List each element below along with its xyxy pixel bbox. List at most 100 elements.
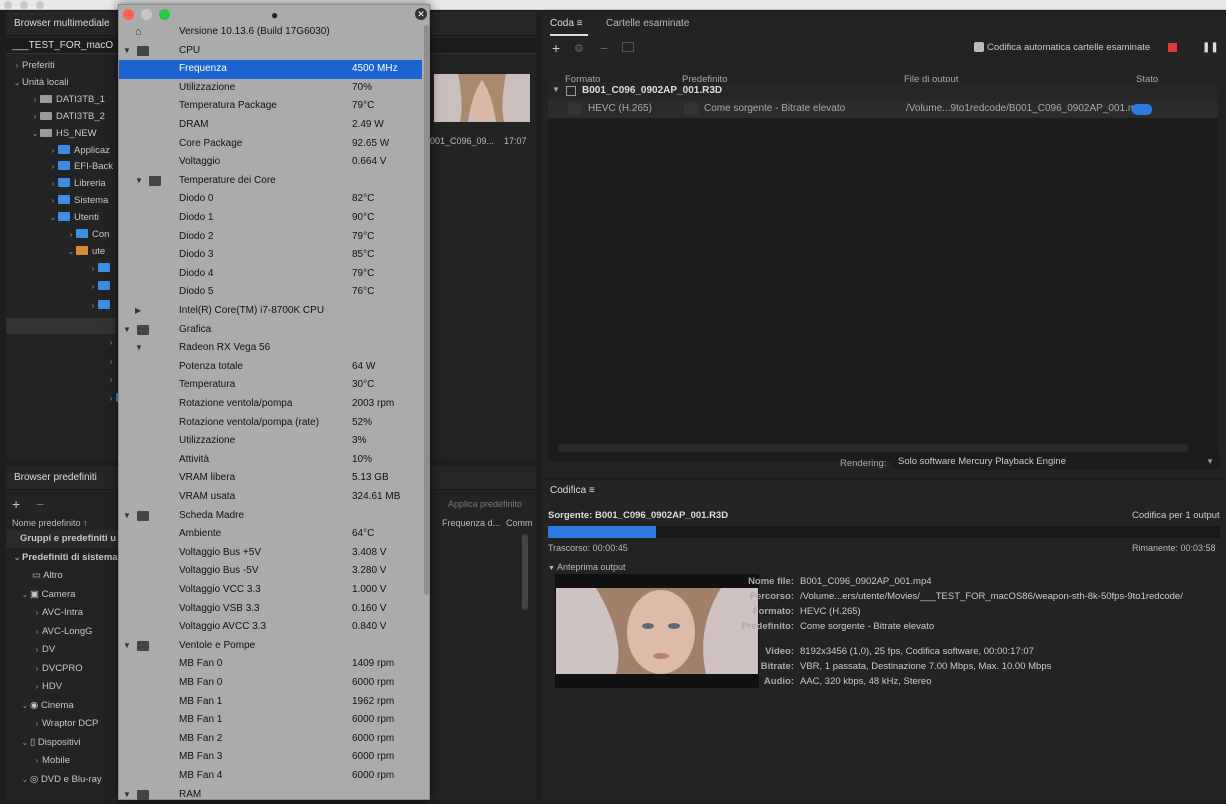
tree-item[interactable]: › EFI-Back bbox=[6, 159, 113, 175]
tree-item[interactable]: ⌄ Unità locali bbox=[6, 75, 69, 91]
close-window-icon[interactable] bbox=[4, 1, 12, 9]
sensor-row[interactable]: Diodo 5 76°C bbox=[119, 283, 422, 302]
scrollbar[interactable] bbox=[522, 534, 528, 610]
tree-subitem[interactable]: › bbox=[6, 354, 116, 370]
chevron-icon[interactable]: › bbox=[88, 261, 98, 277]
tree-subitem[interactable]: › bbox=[6, 261, 114, 277]
chevron-down-icon[interactable]: ▼ bbox=[123, 507, 131, 526]
chevron-icon[interactable]: › bbox=[32, 641, 42, 659]
settings-icon[interactable]: ⚙ bbox=[574, 42, 584, 55]
sensor-row[interactable]: Temperatura 30°C bbox=[119, 376, 422, 395]
sensor-group[interactable]: ▶ Intel(R) Core(TM) i7-8700K CPU bbox=[119, 302, 422, 321]
output-path[interactable]: /Volume...9to1redcode/B001_C096_0902AP_0… bbox=[906, 103, 1147, 114]
preset-dropdown[interactable] bbox=[684, 103, 698, 115]
chevron-down-icon[interactable]: ▼ bbox=[135, 339, 143, 358]
chevron-icon[interactable]: › bbox=[32, 678, 42, 696]
sensor-group[interactable]: ▼ Temperature dei Core bbox=[119, 172, 422, 191]
col-comm-header[interactable]: Comm bbox=[506, 518, 533, 528]
tree-subitem[interactable]: › bbox=[6, 335, 116, 351]
tab-queue[interactable]: Coda ≡ bbox=[550, 18, 583, 29]
sensor-row[interactable]: Diodo 2 79°C bbox=[119, 228, 422, 247]
preset-item[interactable]: › DV bbox=[6, 641, 118, 659]
chevron-down-icon[interactable]: ▼ bbox=[123, 321, 131, 340]
preset-item[interactable]: ⌄ ◎ DVD e Blu-ray bbox=[6, 771, 118, 789]
tree-item[interactable]: ⌄ ute bbox=[6, 244, 105, 260]
sensor-row[interactable]: Temperatura Package 79°C bbox=[119, 97, 422, 116]
sensor-row[interactable]: MB Fan 1 1962 rpm bbox=[119, 693, 422, 712]
chevron-icon[interactable]: ⌄ bbox=[66, 244, 76, 260]
chevron-icon[interactable]: › bbox=[48, 176, 58, 192]
sensor-row[interactable]: MB Fan 1 6000 rpm bbox=[119, 711, 422, 730]
sensor-row[interactable]: Voltaggio Bus -5V 3.280 V bbox=[119, 562, 422, 581]
chevron-icon[interactable]: ⌄ bbox=[20, 586, 30, 604]
sensor-row[interactable]: Utilizzazione 70% bbox=[119, 79, 422, 98]
chevron-icon[interactable]: ⌄ bbox=[20, 771, 30, 789]
sensor-row[interactable]: Ambiente 64°C bbox=[119, 525, 422, 544]
sensor-row[interactable]: MB Fan 0 6000 rpm bbox=[119, 674, 422, 693]
close-circle-icon[interactable]: ✕ bbox=[415, 8, 427, 20]
chevron-icon[interactable]: › bbox=[30, 92, 40, 108]
sensor-group[interactable]: ⌂ Versione 10.13.6 (Build 17G6030) bbox=[119, 23, 422, 42]
preset-item[interactable]: ⌄ ▯ Dispositivi bbox=[6, 734, 118, 752]
preset-item[interactable]: Gruppi e predefiniti u bbox=[6, 530, 118, 548]
chevron-icon[interactable]: › bbox=[32, 660, 42, 678]
minimize-window-icon[interactable] bbox=[20, 1, 28, 9]
sensor-row[interactable]: Rotazione ventola/pompa 2003 rpm bbox=[119, 395, 422, 414]
clip-thumbnail[interactable] bbox=[434, 74, 530, 122]
sensor-row[interactable]: Potenza totale 64 W bbox=[119, 358, 422, 377]
chevron-icon[interactable]: › bbox=[88, 279, 98, 295]
close-icon[interactable] bbox=[123, 9, 134, 20]
sensor-group[interactable]: ▼ CPU bbox=[119, 42, 422, 61]
sensor-row[interactable]: Frequenza 4500 MHz bbox=[119, 60, 422, 79]
sensor-group[interactable]: ▼ Scheda Madre bbox=[119, 507, 422, 526]
sensor-row[interactable]: Diodo 1 90°C bbox=[119, 209, 422, 228]
sensor-row[interactable]: Core Package 92.65 W bbox=[119, 135, 422, 154]
apply-preset-button[interactable]: Applica predefinito bbox=[442, 496, 528, 512]
sensor-row[interactable]: Voltaggio VSB 3.3 0.160 V bbox=[119, 600, 422, 619]
zoom-icon[interactable] bbox=[159, 9, 170, 20]
tree-item[interactable]: › Libreria bbox=[6, 176, 106, 192]
tree-item[interactable]: ⌄ HS_NEW bbox=[6, 126, 97, 142]
preset-item[interactable]: › Mobile bbox=[6, 752, 118, 770]
tree-subitem[interactable]: › bbox=[6, 372, 116, 388]
tree-item[interactable]: ⌄ Utenti bbox=[6, 210, 99, 226]
encoding-tab[interactable]: Codifica ≡ bbox=[550, 485, 595, 496]
tab-watch-folders[interactable]: Cartelle esaminate bbox=[606, 18, 689, 29]
preset-item[interactable]: › AVC-Intra bbox=[6, 604, 118, 622]
chevron-icon[interactable]: › bbox=[32, 623, 42, 641]
chevron-right-icon[interactable]: ▶ bbox=[135, 302, 141, 321]
preset-item[interactable]: › AVC-LongG bbox=[6, 623, 118, 641]
chevron-icon[interactable]: › bbox=[106, 335, 116, 351]
remove-preset-icon[interactable]: − bbox=[36, 496, 44, 512]
preview-toggle[interactable]: ▼ Anteprima output bbox=[548, 562, 626, 572]
tree-item[interactable]: › DATI3TB_1 bbox=[6, 92, 105, 108]
sensor-row[interactable]: Rotazione ventola/pompa (rate) 52% bbox=[119, 414, 422, 433]
tree-item[interactable]: › Preferiti bbox=[6, 58, 55, 74]
tree-item[interactable]: › Applicaz bbox=[6, 143, 110, 159]
sensor-row[interactable]: Voltaggio 0.664 V bbox=[119, 153, 422, 172]
duplicate-icon[interactable] bbox=[622, 42, 634, 52]
zoom-window-icon[interactable] bbox=[36, 1, 44, 9]
pause-button[interactable]: ❚❚ bbox=[1202, 42, 1219, 53]
chevron-icon[interactable]: ⌄ bbox=[12, 549, 22, 567]
chevron-icon[interactable]: ⌄ bbox=[30, 126, 40, 142]
chevron-icon[interactable]: › bbox=[48, 143, 58, 159]
chevron-down-icon[interactable]: ▼ bbox=[123, 42, 131, 61]
source-row[interactable]: ▼ B001_C096_0902AP_001.R3D bbox=[548, 82, 1218, 100]
sensor-row[interactable]: VRAM usata 324.61 MB bbox=[119, 488, 422, 507]
chevron-down-icon[interactable]: ▼ bbox=[552, 85, 560, 94]
tree-selected-row[interactable] bbox=[6, 318, 116, 334]
tree-item[interactable]: › Con bbox=[6, 227, 109, 243]
chevron-icon[interactable]: › bbox=[32, 715, 42, 733]
sensor-row[interactable]: Voltaggio AVCC 3.3 0.840 V bbox=[119, 618, 422, 637]
chevron-icon[interactable]: ⌄ bbox=[12, 75, 22, 91]
sensor-group[interactable]: ▼ RAM bbox=[119, 786, 422, 804]
preset-item[interactable]: ▭ Altro bbox=[6, 567, 118, 585]
sensor-group[interactable]: ▼ Ventole e Pompe bbox=[119, 637, 422, 656]
chevron-icon[interactable]: › bbox=[48, 159, 58, 175]
tree-subitem[interactable]: › bbox=[6, 298, 114, 314]
chevron-icon[interactable]: › bbox=[106, 391, 116, 407]
chevron-icon[interactable]: › bbox=[88, 298, 98, 314]
minimize-icon[interactable] bbox=[141, 9, 152, 20]
tree-subitem[interactable]: › bbox=[6, 391, 132, 407]
